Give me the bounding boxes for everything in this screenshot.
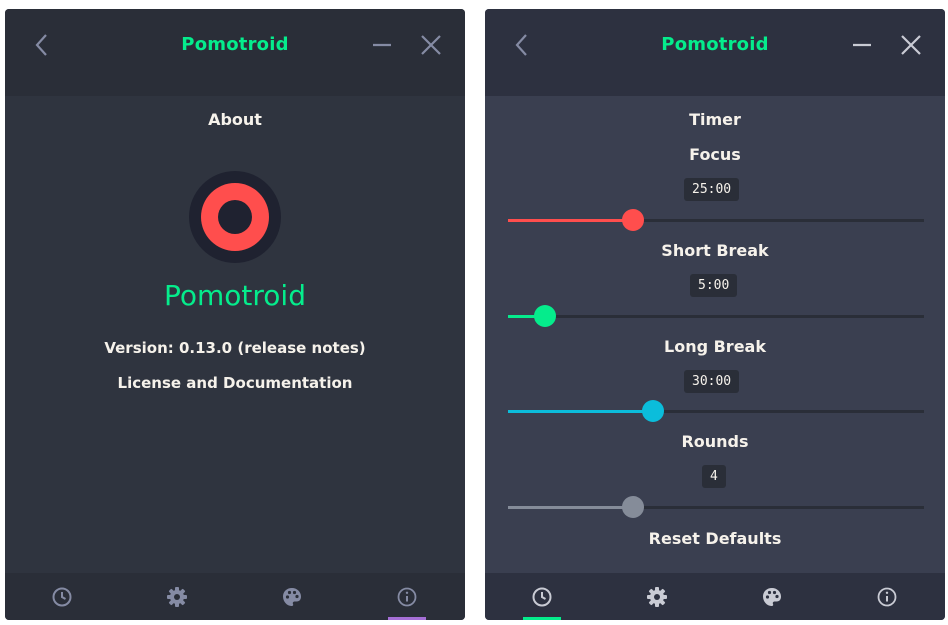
version-text: Version: 0.13.0 ( (104, 339, 245, 357)
palette-icon (283, 588, 301, 606)
app-name: Pomotroid (164, 279, 306, 312)
titlebar: Pomotroid (5, 9, 465, 96)
license-link[interactable]: License and Documentation (5, 374, 465, 392)
release-notes-link[interactable]: release notes (244, 339, 359, 357)
window-title: Pomotroid (661, 34, 769, 55)
rounds-slider-fill (508, 506, 633, 509)
focus-slider-handle[interactable] (622, 209, 644, 231)
long-break-label: Long Break (664, 337, 766, 356)
minimize-icon (853, 43, 871, 47)
close-button[interactable] (419, 33, 443, 57)
about-heading: About (208, 110, 262, 129)
nav-theme[interactable] (235, 573, 350, 620)
close-icon (421, 35, 441, 55)
reset-defaults-button[interactable]: Reset Defaults (485, 529, 945, 548)
nav-timer[interactable] (485, 573, 600, 620)
focus-slider-fill (508, 219, 633, 222)
long-break-value: 30:00 (684, 370, 740, 393)
pomotroid-logo (189, 171, 281, 263)
titlebar: Pomotroid (485, 9, 945, 96)
minimize-icon (373, 43, 391, 47)
gear-icon (167, 587, 187, 607)
rounds-slider-handle[interactable] (622, 496, 644, 518)
long-break-slider[interactable] (508, 400, 924, 422)
rounds-slider[interactable] (508, 496, 924, 518)
active-nav-indicator (388, 617, 426, 620)
window-title: Pomotroid (181, 34, 289, 55)
info-icon (877, 587, 897, 607)
minimize-button[interactable] (371, 31, 393, 59)
info-icon (397, 587, 417, 607)
clock-icon (532, 587, 552, 607)
bottom-nav (485, 573, 945, 620)
focus-slider[interactable] (508, 209, 924, 231)
short-break-slider[interactable] (508, 305, 924, 327)
active-nav-indicator (523, 617, 561, 620)
nav-theme[interactable] (715, 573, 830, 620)
focus-value: 25:00 (684, 178, 740, 201)
gear-icon (647, 587, 667, 607)
short-break-slider-handle[interactable] (534, 305, 556, 327)
rounds-value: 4 (702, 465, 726, 488)
clock-icon (52, 587, 72, 607)
rounds-label: Rounds (681, 432, 749, 451)
nav-settings[interactable] (120, 573, 235, 620)
short-break-label: Short Break (661, 241, 769, 260)
timer-window: Pomotroid Timer Focus 25:00 Short Break … (485, 9, 945, 620)
long-break-slider-fill (508, 410, 653, 413)
close-icon (901, 35, 921, 55)
about-window: Pomotroid About Pomotroid Version: 0.13.… (5, 9, 465, 620)
nav-about[interactable] (350, 573, 465, 620)
palette-icon (763, 588, 781, 606)
nav-settings[interactable] (600, 573, 715, 620)
bottom-nav (5, 573, 465, 620)
nav-timer[interactable] (5, 573, 120, 620)
version-text-suffix: ) (358, 339, 366, 357)
focus-label: Focus (689, 145, 741, 164)
minimize-button[interactable] (851, 31, 873, 59)
version-info: Version: 0.13.0 (release notes) (5, 339, 465, 357)
timer-heading: Timer (689, 110, 741, 129)
long-break-slider-handle[interactable] (642, 400, 664, 422)
short-break-value: 5:00 (690, 274, 738, 297)
close-button[interactable] (899, 33, 923, 57)
nav-about[interactable] (830, 573, 945, 620)
